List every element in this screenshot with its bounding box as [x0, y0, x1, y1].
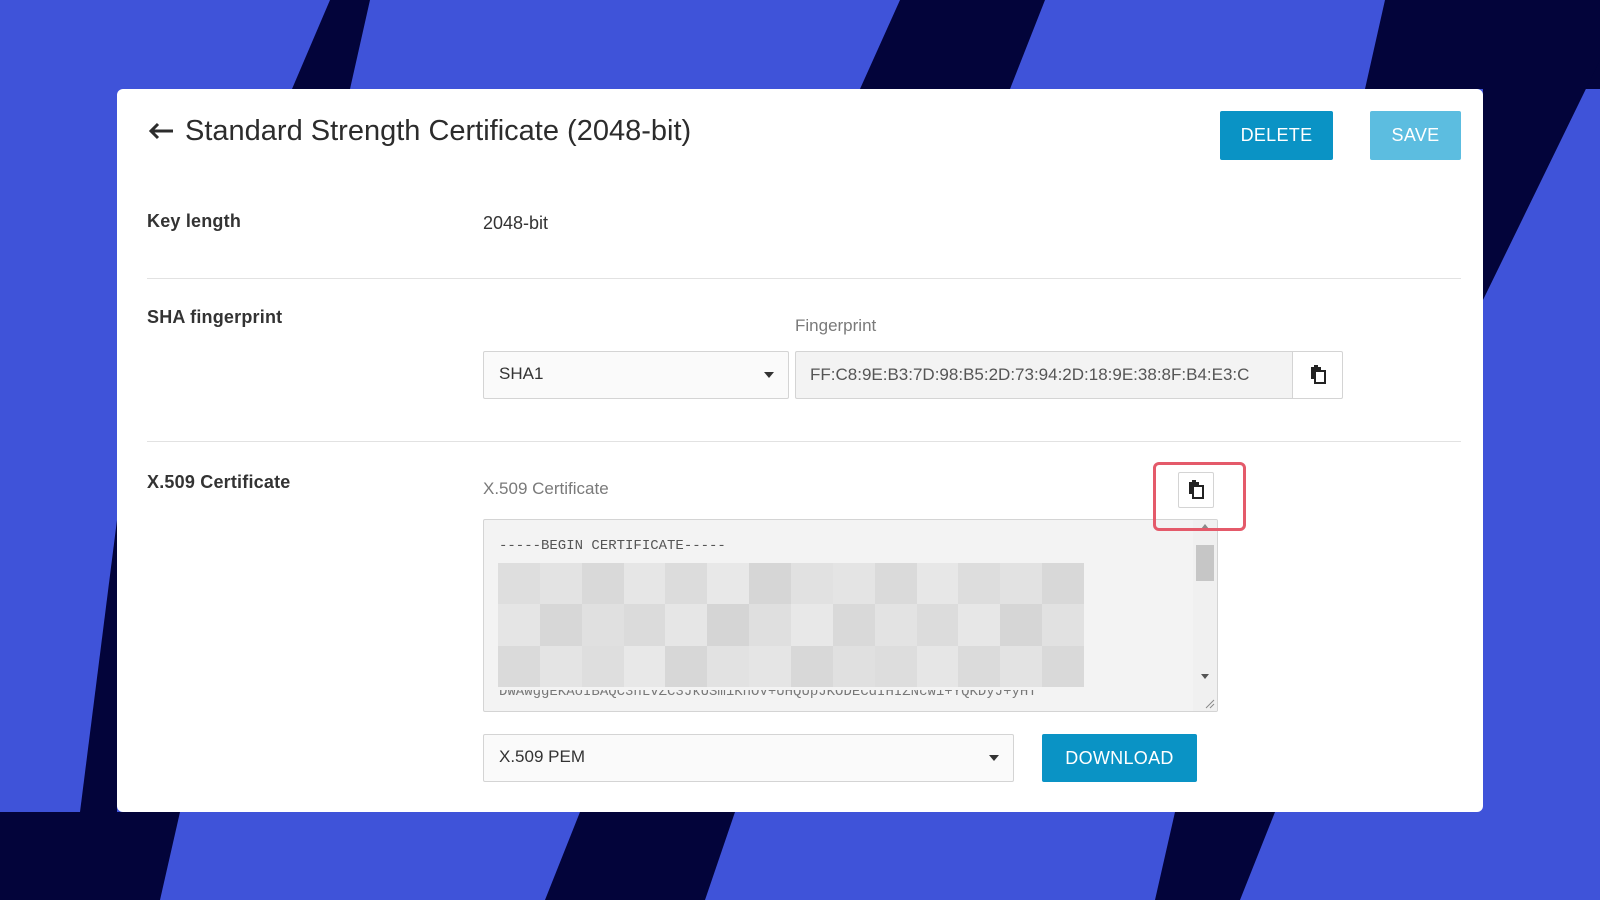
x509-field-label: X.509 Certificate	[483, 479, 609, 498]
copy-fingerprint-button[interactable]	[1292, 351, 1343, 399]
sha-fingerprint-label: SHA fingerprint	[147, 307, 283, 327]
key-length-value: 2048-bit	[483, 213, 549, 233]
certificate-format-value: X.509 PEM	[499, 747, 585, 766]
clipboard-copy-icon	[1310, 365, 1326, 384]
divider	[147, 441, 1461, 442]
card-header: Standard Strength Certificate (2048-bit)…	[147, 111, 1461, 161]
certificate-partial-line: DWAwggEKAoIBAQC3hLvZC3JkUSm1KhOV+UHQUpJK…	[499, 690, 1037, 700]
sha-algorithm-value: SHA1	[499, 364, 544, 383]
arrow-left-icon[interactable]	[147, 119, 175, 143]
caret-down-icon	[989, 755, 999, 761]
scroll-down-icon[interactable]	[1201, 674, 1209, 679]
certificate-format-select[interactable]: X.509 PEM	[483, 734, 1014, 782]
caret-down-icon	[764, 372, 774, 378]
key-length-label: Key length	[147, 211, 242, 231]
copy-button-highlight	[1153, 462, 1246, 531]
certificate-card: Standard Strength Certificate (2048-bit)…	[117, 89, 1483, 812]
x509-certificate-label: X.509 Certificate	[147, 472, 291, 492]
certificate-begin-line: -----BEGIN CERTIFICATE-----	[499, 538, 726, 554]
delete-button[interactable]: DELETE	[1220, 111, 1333, 160]
scroll-thumb[interactable]	[1196, 545, 1214, 581]
save-button[interactable]: SAVE	[1370, 111, 1461, 160]
page-title: Standard Strength Certificate (2048-bit)	[185, 115, 692, 147]
certificate-textarea[interactable]: -----BEGIN CERTIFICATE----- DWAwggEKAoIB…	[483, 519, 1218, 712]
fingerprint-field-label: Fingerprint	[795, 316, 877, 335]
download-button[interactable]: DOWNLOAD	[1042, 734, 1197, 782]
redacted-certificate-content	[498, 563, 1084, 687]
fingerprint-input[interactable]	[795, 351, 1292, 399]
certificate-scrollbar[interactable]	[1193, 520, 1217, 711]
divider	[147, 278, 1461, 279]
sha-algorithm-select[interactable]: SHA1	[483, 351, 789, 399]
resize-handle-icon[interactable]	[1203, 697, 1215, 709]
